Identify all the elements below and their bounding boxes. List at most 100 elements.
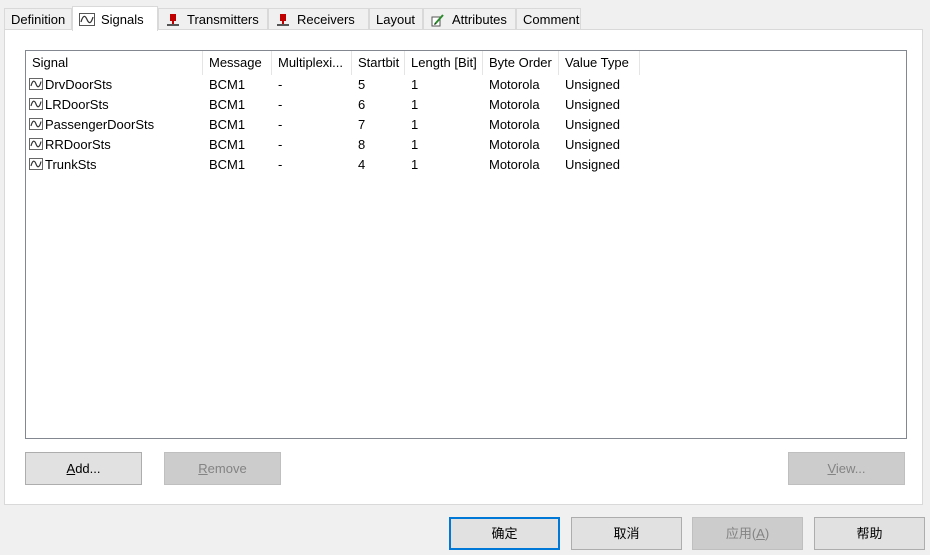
cell-multiplexor: -	[272, 95, 282, 115]
view-label: iew...	[835, 461, 866, 476]
cell-text: BCM1	[209, 77, 246, 92]
column-header-multiplexor[interactable]: Multiplexi...	[272, 51, 352, 75]
cell-text: -	[278, 157, 283, 172]
cell-startbit: 7	[352, 115, 365, 135]
cell-text: BCM1	[209, 157, 246, 172]
cell-text: BCM1	[209, 117, 246, 132]
column-header-message[interactable]: Message	[203, 51, 272, 75]
signal-icon	[29, 76, 43, 90]
cell-text: RRDoorSts	[45, 137, 111, 152]
cell-startbit: 5	[352, 75, 365, 95]
tab-transmitters[interactable]: Transmitters	[158, 8, 268, 30]
cell-text: 1	[411, 97, 419, 112]
add-mnemonic: A	[66, 461, 76, 476]
table-row[interactable]: DrvDoorSts BCM1 - 5 1 Motorola Unsigned	[26, 75, 906, 95]
tab-label: Layout	[376, 12, 416, 27]
cell-byte-order: Motorola	[483, 115, 540, 135]
column-header-byte-order[interactable]: Byte Order	[483, 51, 559, 75]
list-header: Signal Message Multiplexi... Startbit Le…	[26, 51, 906, 75]
cell-length: 1	[405, 95, 418, 115]
column-header-value-type[interactable]: Value Type	[559, 51, 640, 75]
cell-startbit: 4	[352, 155, 365, 175]
apply-button[interactable]: 应用(A)	[692, 517, 803, 550]
cell-signal: TrunkSts	[26, 155, 97, 175]
add-label: dd...	[75, 461, 101, 476]
cell-startbit: 6	[352, 95, 365, 115]
cell-text: Motorola	[489, 137, 540, 152]
cell-text: 1	[411, 77, 419, 92]
cell-byte-order: Motorola	[483, 75, 540, 95]
cancel-button[interactable]: 取消	[571, 517, 682, 550]
apply-mnemonic: A	[756, 526, 765, 541]
cell-signal: PassengerDoorSts	[26, 115, 154, 135]
cell-signal: DrvDoorSts	[26, 75, 112, 95]
tab-signals[interactable]: Signals	[72, 6, 158, 31]
tab-label: Attributes	[452, 12, 507, 27]
cell-byte-order: Motorola	[483, 135, 540, 155]
receiver-icon	[275, 13, 291, 27]
apply-label-end: )	[764, 526, 770, 541]
signal-icon	[29, 136, 43, 150]
remove-button[interactable]: Remove	[164, 452, 281, 485]
tab-receivers[interactable]: Receivers	[268, 8, 369, 30]
ok-button[interactable]: 确定	[449, 517, 560, 550]
cell-text: PassengerDoorSts	[45, 117, 155, 132]
cell-multiplexor: -	[272, 115, 282, 135]
cell-text: -	[278, 117, 283, 132]
cell-message: BCM1	[203, 115, 245, 135]
cell-text: Unsigned	[565, 77, 620, 92]
tab-label: Signals	[101, 11, 144, 27]
cell-message: BCM1	[203, 135, 245, 155]
cell-text: DrvDoorSts	[45, 77, 113, 92]
cell-text: 8	[358, 137, 366, 152]
cell-text: Unsigned	[565, 117, 620, 132]
tab-comment[interactable]: Comment	[516, 8, 581, 30]
attributes-icon	[430, 13, 446, 27]
view-button[interactable]: View...	[788, 452, 905, 485]
cell-startbit: 8	[352, 135, 365, 155]
cell-text: -	[278, 97, 283, 112]
tab-layout[interactable]: Layout	[369, 8, 423, 30]
tab-label: Comment	[523, 12, 580, 27]
column-header-length[interactable]: Length [Bit]	[405, 51, 483, 75]
signals-list[interactable]: Signal Message Multiplexi... Startbit Le…	[25, 50, 907, 439]
remove-mnemonic: R	[198, 461, 208, 476]
tab-definition[interactable]: Definition	[4, 8, 72, 30]
signal-icon	[29, 156, 43, 170]
signal-icon	[29, 96, 43, 110]
table-row[interactable]: LRDoorSts BCM1 - 6 1 Motorola Unsigned	[26, 95, 906, 115]
tab-label: Receivers	[297, 12, 355, 27]
column-header-signal[interactable]: Signal	[26, 51, 203, 75]
cell-message: BCM1	[203, 155, 245, 175]
cell-text: Unsigned	[565, 97, 620, 112]
view-mnemonic: V	[827, 461, 836, 476]
help-button[interactable]: 帮助	[814, 517, 925, 550]
cell-text: Motorola	[489, 117, 540, 132]
cell-text: Motorola	[489, 157, 540, 172]
cell-multiplexor: -	[272, 155, 282, 175]
cell-length: 1	[405, 155, 418, 175]
apply-label: 应用(	[725, 526, 757, 541]
add-button[interactable]: Add...	[25, 452, 142, 485]
table-row[interactable]: RRDoorSts BCM1 - 8 1 Motorola Unsigned	[26, 135, 906, 155]
table-row[interactable]: TrunkSts BCM1 - 4 1 Motorola Unsigned	[26, 155, 906, 175]
cell-text: 1	[411, 137, 419, 152]
transmitter-icon	[165, 13, 181, 27]
column-header-startbit[interactable]: Startbit	[352, 51, 405, 75]
cell-value-type: Unsigned	[559, 155, 620, 175]
tab-attributes[interactable]: Attributes	[423, 8, 516, 30]
remove-label: emove	[207, 461, 247, 476]
cell-signal: RRDoorSts	[26, 135, 111, 155]
cell-text: LRDoorSts	[45, 97, 109, 112]
cell-text: 4	[358, 157, 366, 172]
tab-label: Definition	[11, 12, 66, 27]
tab-label: Transmitters	[187, 12, 259, 27]
cell-multiplexor: -	[272, 135, 282, 155]
table-row[interactable]: PassengerDoorSts BCM1 - 7 1 Motorola Unsigned	[26, 115, 906, 135]
cell-text: Unsigned	[565, 157, 620, 172]
cell-signal: LRDoorSts	[26, 95, 109, 115]
cell-value-type: Unsigned	[559, 135, 620, 155]
cell-value-type: Unsigned	[559, 115, 620, 135]
cell-text: Motorola	[489, 97, 540, 112]
cell-length: 1	[405, 135, 418, 155]
